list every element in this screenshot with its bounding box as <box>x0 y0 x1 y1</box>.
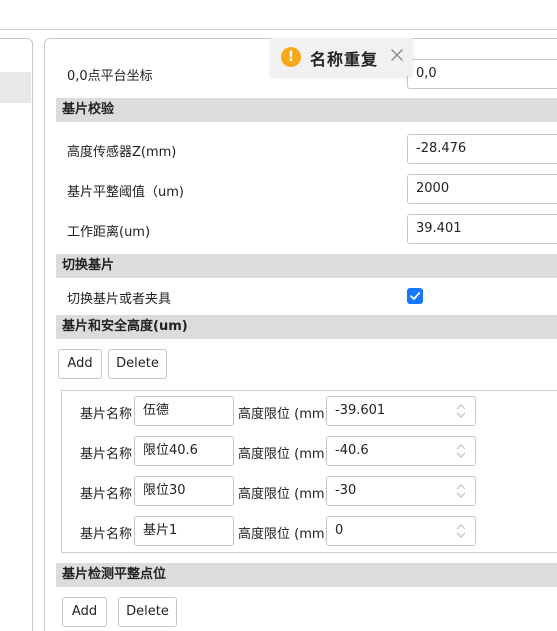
height-sensor-label: 高度传感器Z(mm) <box>67 145 177 160</box>
add-point-button[interactable]: Add <box>62 597 107 627</box>
switch-checkbox[interactable] <box>407 288 423 304</box>
substrate-name-field[interactable]: 限位40.6 <box>134 436 234 466</box>
substrate-name-label: 基片名称 <box>80 407 133 422</box>
section-switch: 切换基片 <box>56 254 557 278</box>
substrate-name-label: 基片名称 <box>80 487 133 502</box>
spinner-arrows-icon[interactable] <box>455 523 467 539</box>
substrate-name-field[interactable]: 基片1 <box>134 516 234 546</box>
origin-label: 0,0点平台坐标 <box>67 69 153 84</box>
section-safety-height: 基片和安全高度(um) <box>56 315 557 339</box>
substrate-name-label: 基片名称 <box>80 527 133 542</box>
check-icon <box>410 292 421 300</box>
height-limit-label: 高度限位 (mm) <box>238 407 330 422</box>
height-limit-label: 高度限位 (mm) <box>238 487 330 502</box>
height-limit-field[interactable]: 0 <box>326 516 476 546</box>
left-panel-selected-item[interactable] <box>0 72 31 103</box>
substrate-name-label: 基片名称 <box>80 447 133 462</box>
spinner-arrows-icon[interactable] <box>455 403 467 419</box>
close-icon[interactable] <box>389 47 405 63</box>
height-limit-label: 高度限位 (mm) <box>238 447 330 462</box>
height-sensor-field[interactable]: -28.476 <box>407 134 557 164</box>
height-limit-field[interactable]: -40.6 <box>326 436 476 466</box>
delete-button[interactable]: Delete <box>108 349 167 379</box>
origin-field[interactable]: 0,0 <box>407 59 557 89</box>
height-limit-value: -39.601 <box>335 403 386 418</box>
section-calibration: 基片校验 <box>56 98 557 122</box>
switch-label: 切换基片或者夹具 <box>67 292 172 307</box>
height-limit-field[interactable]: -39.601 <box>326 396 476 426</box>
section-flatness-points: 基片检测平整点位 <box>56 563 557 587</box>
add-button[interactable]: Add <box>58 349 102 379</box>
height-limit-value: -40.6 <box>335 443 369 458</box>
top-bar <box>0 0 557 30</box>
substrate-name-field[interactable]: 伍德 <box>134 396 234 426</box>
warning-icon: ! <box>281 47 301 67</box>
delete-point-button[interactable]: Delete <box>118 597 177 627</box>
toast-title: 名称重复 <box>310 50 379 69</box>
flatness-threshold-label: 基片平整阈值（um) <box>67 185 184 200</box>
flatness-threshold-field[interactable]: 2000 <box>407 174 557 204</box>
substrate-name-field[interactable]: 限位30 <box>134 476 234 506</box>
height-limit-field[interactable]: -30 <box>326 476 476 506</box>
duplicate-name-toast: ! 名称重复 <box>271 38 412 76</box>
working-distance-label: 工作距离(um) <box>67 225 151 240</box>
left-panel <box>0 38 33 631</box>
working-distance-field[interactable]: 39.401 <box>407 214 557 244</box>
height-limit-label: 高度限位 (mm) <box>238 527 330 542</box>
height-limit-value: 0 <box>335 523 344 538</box>
spinner-arrows-icon[interactable] <box>455 483 467 499</box>
height-limit-value: -30 <box>335 483 357 498</box>
spinner-arrows-icon[interactable] <box>455 443 467 459</box>
